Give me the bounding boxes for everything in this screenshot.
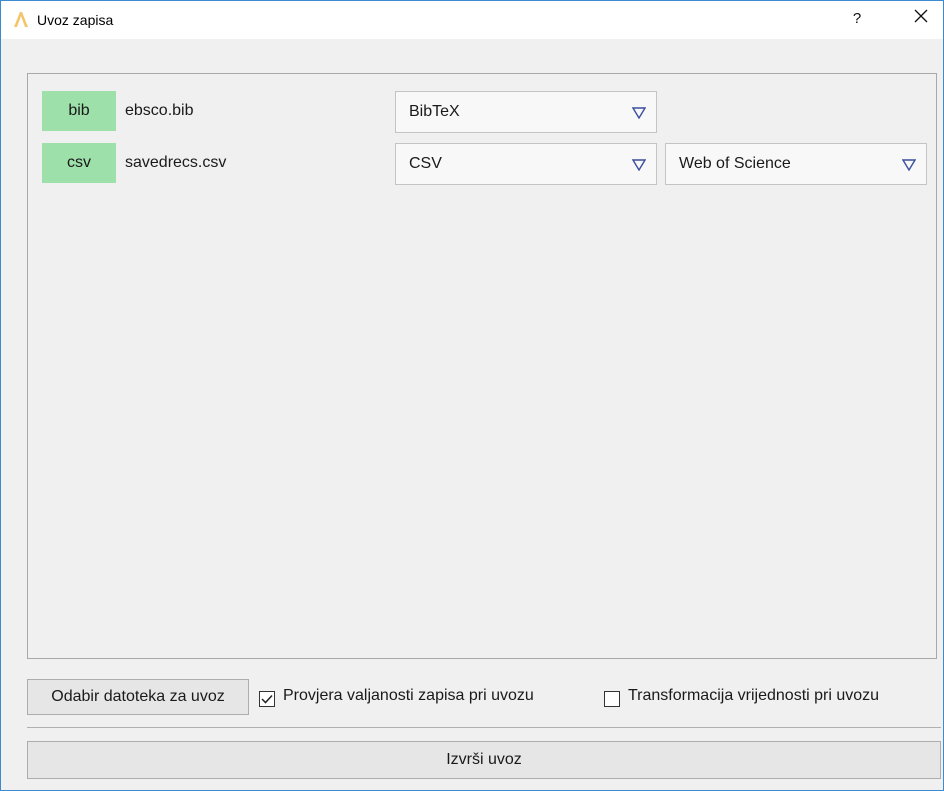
transform-label: Transformacija vrijednosti pri uvozu	[628, 687, 880, 704]
format-combo[interactable]: CSV	[395, 143, 657, 185]
title-bar: Uvoz zapisa ?	[1, 1, 943, 39]
source-combo[interactable]: Web of Science	[665, 143, 927, 185]
divider	[27, 727, 941, 728]
file-name: savedrecs.csv	[125, 154, 227, 171]
execute-import-button[interactable]: Izvrši uvoz	[27, 741, 941, 779]
format-combo-value: CSV	[409, 155, 442, 172]
file-row: bib ebsco.bib BibTeX	[28, 74, 936, 133]
checkbox-unchecked-icon	[604, 688, 620, 707]
file-type-badge: bib	[42, 91, 116, 131]
validate-checkbox[interactable]: Provjera valjanosti zapisa pri uvozu	[259, 681, 589, 711]
help-button[interactable]: ?	[843, 5, 871, 33]
file-list-panel: bib ebsco.bib BibTeX csv savedrecs.csv C…	[27, 73, 937, 659]
chevron-down-icon	[631, 158, 647, 172]
chevron-down-icon	[631, 106, 647, 120]
close-button[interactable]	[906, 5, 936, 33]
close-icon	[914, 9, 928, 27]
chevron-down-icon	[901, 158, 917, 172]
checkbox-checked-icon	[259, 688, 275, 707]
window-title: Uvoz zapisa	[37, 12, 114, 28]
validate-label: Provjera valjanosti zapisa pri uvozu	[283, 687, 534, 704]
file-name: ebsco.bib	[125, 102, 194, 119]
source-combo-value: Web of Science	[679, 155, 791, 172]
import-dialog: Uvoz zapisa ? bib ebsco.bib BibTeX csv s…	[0, 0, 944, 791]
app-logo-icon	[12, 10, 30, 28]
file-row: csv savedrecs.csv CSV Web of Science	[28, 126, 936, 185]
transform-checkbox[interactable]: Transformacija vrijednosti pri uvozu	[604, 681, 938, 711]
choose-files-button[interactable]: Odabir datoteka za uvoz	[27, 679, 249, 715]
file-type-badge: csv	[42, 143, 116, 183]
